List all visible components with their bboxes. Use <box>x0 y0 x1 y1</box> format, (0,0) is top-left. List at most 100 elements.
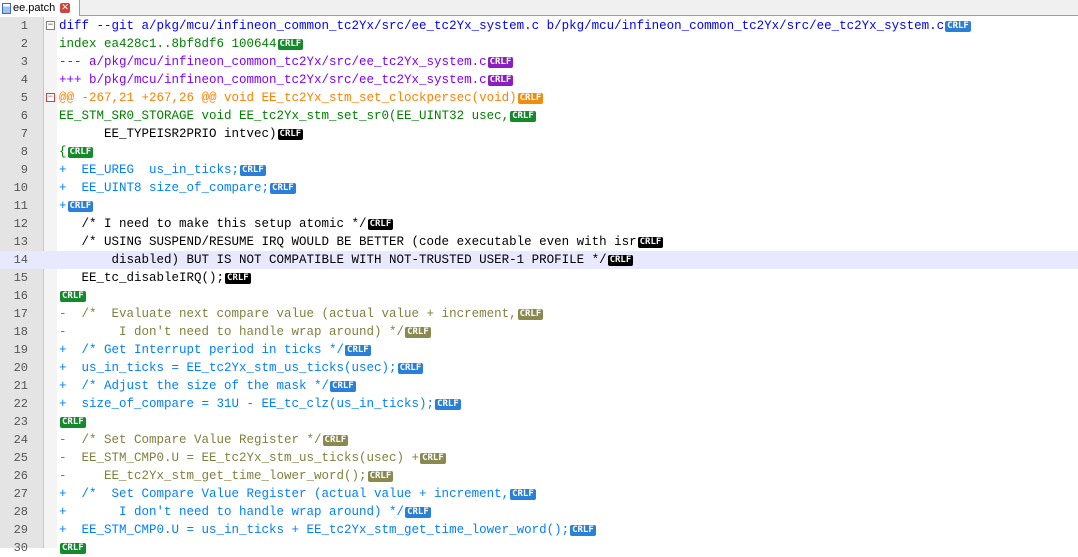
eol-marker: CRLF <box>330 381 356 392</box>
eol-marker: CRLF <box>277 39 304 50</box>
tab-ee-patch[interactable]: ee.patch ✕ <box>0 0 80 16</box>
eol-marker: CRLF <box>637 237 664 248</box>
eol-marker: CRLF <box>487 75 514 86</box>
code-text: + size_of_compare = 31U - EE_tc_clz(us_i… <box>59 395 461 413</box>
code-content: +++ b/pkg/mcu/infineon_common_tc2Yx/src/… <box>59 73 487 87</box>
code-line[interactable]: 18 - I don't need to handle wrap around) … <box>0 323 1078 341</box>
code-line[interactable]: 17 - /* Evaluate next compare value (actu… <box>0 305 1078 323</box>
code-line[interactable]: 21 + /* Adjust the size of the mask */CRL… <box>0 377 1078 395</box>
code-text: + CRLF <box>59 197 94 215</box>
eol-marker: CRLF <box>322 435 349 446</box>
eol-marker: CRLF <box>60 417 86 428</box>
line-number: 17 <box>13 307 28 321</box>
code-line[interactable]: 9 + EE_UREG us_in_ticks; CRLF <box>0 161 1078 179</box>
eol-marker: CRLF <box>945 21 971 32</box>
code-content: + I don't need to handle wrap around) */ <box>59 505 405 519</box>
code-line[interactable]: 4 +++ b/pkg/mcu/infineon_common_tc2Yx/src… <box>0 71 1078 89</box>
code-line[interactable]: 23 CRLF <box>0 413 1078 431</box>
eol-marker: CRLF <box>517 93 544 104</box>
code-line[interactable]: 7 EE_TYPEISR2PRIO intvec) CRLF <box>0 125 1078 143</box>
line-number: 5 <box>20 91 28 105</box>
code-text: EE_tc_disableIRQ(); CRLF <box>59 269 251 287</box>
code-line[interactable]: 10 + EE_UINT8 size_of_compare; CRLF <box>0 179 1078 197</box>
code-text: + I don't need to handle wrap around) */… <box>59 503 431 521</box>
code-text: @@ -267,21 +267,26 @@ void EE_tc2Yx_stm_… <box>59 89 544 107</box>
eol-marker: CRLF <box>420 453 446 464</box>
line-number: 18 <box>13 325 28 339</box>
code-text: - I don't need to handle wrap around) */… <box>59 323 431 341</box>
code-text: index ea428c1..8bf8df6 100644 CRLF <box>59 35 304 53</box>
eol-marker: CRLF <box>240 165 266 176</box>
code-content: - EE_tc2Yx_stm_get_time_lower_word(); <box>59 469 367 483</box>
code-content: - I don't need to handle wrap around) */ <box>59 325 405 339</box>
eol-marker: CRLF <box>607 255 634 266</box>
code-text: - EE_tc2Yx_stm_get_time_lower_word(); CRL… <box>59 467 394 485</box>
code-content: - EE_STM_CMP0.U = EE_tc2Yx_stm_us_ticks(… <box>59 451 420 465</box>
code-line[interactable]: 1 − diff --git a/pkg/mcu/infineon_common_t… <box>0 17 1078 35</box>
code-content: EE_TYPEISR2PRIO intvec) <box>59 127 277 141</box>
line-number: 2 <box>20 37 28 51</box>
line-number: 24 <box>13 433 28 447</box>
eol-marker: CRLF <box>67 147 94 158</box>
code-line[interactable]: 28 + I don't need to handle wrap around) … <box>0 503 1078 521</box>
code-line[interactable]: 24 - /* Set Compare Value Register */CRLF <box>0 431 1078 449</box>
code-content: + /* Get Interrupt period in ticks */ <box>59 343 345 357</box>
fold-toggle-icon[interactable]: − <box>46 93 55 102</box>
eol-marker: CRLF <box>367 471 394 482</box>
code-content: { <box>59 145 67 159</box>
code-line[interactable]: 20 + us_in_ticks = EE_tc2Yx_stm_us_ticks(… <box>0 359 1078 377</box>
code-line[interactable]: 27 + /* Set Compare Value Register (actua… <box>0 485 1078 503</box>
close-icon[interactable]: ✕ <box>60 3 71 13</box>
code-line[interactable]: 13 /* USING SUSPEND/RESUME IRQ WOULD BE … <box>0 233 1078 251</box>
code-line[interactable]: 26 - EE_tc2Yx_stm_get_time_lower_word(); C… <box>0 467 1078 485</box>
line-number: 22 <box>13 397 28 411</box>
code-text: CRLF <box>59 287 86 305</box>
code-content: EE_STM_SR0_STORAGE void EE_tc2Yx_stm_set… <box>59 109 510 123</box>
code-line[interactable]: 8 {CRLF <box>0 143 1078 161</box>
line-number: 28 <box>13 505 28 519</box>
code-line[interactable]: 29 + EE_STM_CMP0.U = us_in_ticks + EE_tc2… <box>0 521 1078 539</box>
code-text: /* USING SUSPEND/RESUME IRQ WOULD BE BET… <box>59 233 664 251</box>
line-number: 20 <box>13 361 28 375</box>
file-icon <box>2 2 11 14</box>
code-content: - /* Set Compare Value Register */ <box>59 433 322 447</box>
eol-marker: CRLF <box>405 507 431 518</box>
line-number: 8 <box>20 145 28 159</box>
line-number: 9 <box>20 163 28 177</box>
line-number: 29 <box>13 523 28 537</box>
code-line[interactable]: 5 − @@ -267,21 +267,26 @@ void EE_tc2Yx_st… <box>0 89 1078 107</box>
code-text: - /* Set Compare Value Register */CRLF <box>59 431 349 449</box>
code-line[interactable]: 12 /* I need to make this setup atomic *… <box>0 215 1078 233</box>
editor-text-area[interactable]: 1− diff --git a/pkg/mcu/infineon_common_t… <box>0 17 1078 555</box>
tab-bar: ee.patch ✕ <box>0 0 1078 16</box>
line-number: 4 <box>20 73 28 87</box>
line-number: 3 <box>20 55 28 69</box>
code-text: + EE_UREG us_in_ticks; CRLF <box>59 161 266 179</box>
code-line[interactable]: 2 index ea428c1..8bf8df6 100644 CRLF <box>0 35 1078 53</box>
code-line[interactable]: 14 disabled) BUT IS NOT COMPATIBLE WITH … <box>0 251 1078 269</box>
code-line[interactable]: 11 + CRLF <box>0 197 1078 215</box>
code-content: + EE_STM_CMP0.U = us_in_ticks + EE_tc2Yx… <box>59 523 570 537</box>
fold-toggle-icon[interactable]: − <box>46 21 55 30</box>
code-text: CRLF <box>59 539 86 557</box>
code-line[interactable]: 16 CRLF <box>0 287 1078 305</box>
code-text: + EE_UINT8 size_of_compare; CRLF <box>59 179 296 197</box>
tab-label: ee.patch <box>13 1 56 14</box>
code-line[interactable]: 22 + size_of_compare = 31U - EE_tc_clz(us… <box>0 395 1078 413</box>
code-line[interactable]: 19 + /* Get Interrupt period in ticks */C… <box>0 341 1078 359</box>
eol-marker: CRLF <box>60 291 86 302</box>
code-line[interactable]: 3 --- a/pkg/mcu/infineon_common_tc2Yx/src… <box>0 53 1078 71</box>
code-line[interactable]: 25 - EE_STM_CMP0.U = EE_tc2Yx_stm_us_tick… <box>0 449 1078 467</box>
code-content: @@ -267,21 +267,26 @@ void EE_tc2Yx_stm_… <box>59 91 517 105</box>
line-number: 23 <box>13 415 28 429</box>
line-number: 15 <box>13 271 28 285</box>
code-line[interactable]: 15 EE_tc_disableIRQ(); CRLF <box>0 269 1078 287</box>
line-number: 30 <box>13 541 28 555</box>
line-number: 27 <box>13 487 28 501</box>
line-number: 14 <box>13 253 28 267</box>
code-line[interactable]: 6 EE_STM_SR0_STORAGE void EE_tc2Yx_stm_se… <box>0 107 1078 125</box>
code-line[interactable]: 30 CRLF <box>0 539 1078 557</box>
line-number: 7 <box>20 127 28 141</box>
code-text: +++ b/pkg/mcu/infineon_common_tc2Yx/src/… <box>59 71 514 89</box>
code-content: + EE_UREG us_in_ticks; <box>59 163 240 177</box>
